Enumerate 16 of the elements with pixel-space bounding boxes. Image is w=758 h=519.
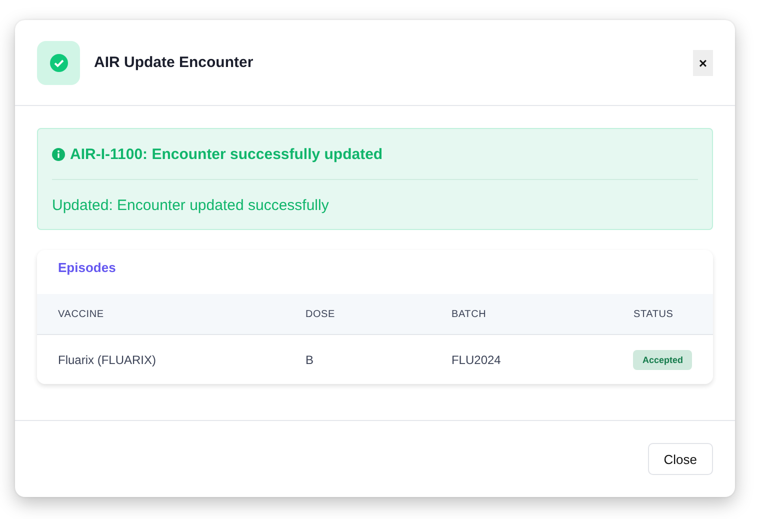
column-header: STATUS [612, 294, 713, 334]
column-header: DOSE [284, 294, 430, 334]
close-button[interactable]: Close [648, 443, 713, 475]
column-header: VACCINE [37, 294, 284, 334]
alert-message: Updated: Encounter updated successfully [52, 196, 330, 216]
section-title: Episodes [57, 259, 117, 277]
check-circle-icon [50, 54, 68, 72]
close-button[interactable]: × [693, 50, 713, 76]
info-icon [52, 148, 65, 160]
table-cell: FLU2024 [430, 334, 612, 384]
table-cell: B [284, 334, 430, 384]
alert-title: AIR-I-1100: Encounter successfully updated [70, 146, 383, 162]
table-cell: Fluarix (FLUARIX) [37, 334, 284, 384]
dialog-title: AIR Update Encounter [94, 54, 254, 71]
column-header: BATCH [430, 294, 612, 334]
status-badge: Accepted [633, 350, 692, 370]
